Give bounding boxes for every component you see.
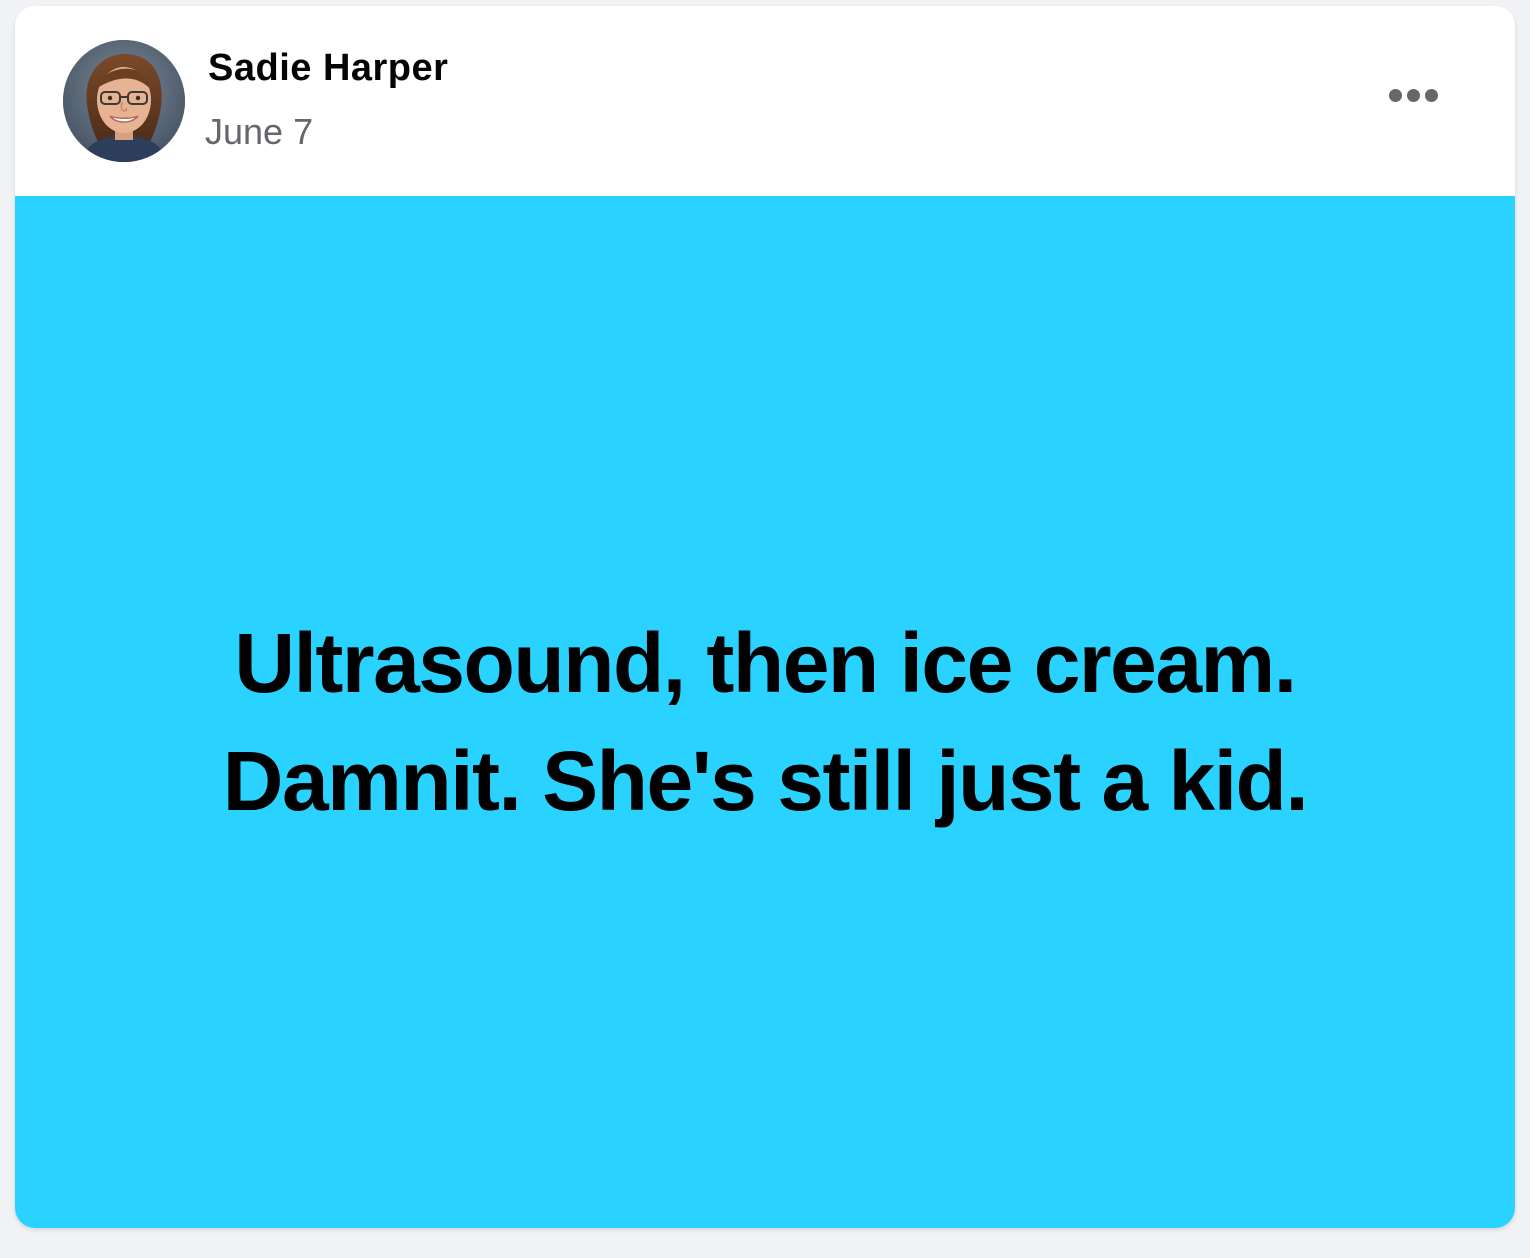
avatar-photo-icon bbox=[63, 40, 185, 162]
status-text: Ultrasound, then ice cream. Damnit. She'… bbox=[115, 604, 1415, 840]
more-options-button[interactable] bbox=[1375, 68, 1451, 122]
more-options-icon bbox=[1388, 88, 1402, 102]
author-avatar[interactable] bbox=[63, 40, 185, 162]
author-name[interactable]: Sadie Harper bbox=[208, 47, 448, 90]
post-header: Sadie Harper June 7 bbox=[15, 6, 1515, 196]
post-timestamp[interactable]: June 7 bbox=[205, 111, 313, 153]
more-options-icon-dot bbox=[1424, 88, 1438, 102]
status-line-2: Damnit. She's still just a kid. bbox=[222, 734, 1309, 828]
post-card: Sadie Harper June 7 Ultrasound, then ice… bbox=[15, 6, 1515, 1228]
status-line-1: Ultrasound, then ice cream. bbox=[234, 616, 1297, 710]
more-options-icon-dot bbox=[1406, 88, 1420, 102]
status-background: Ultrasound, then ice cream. Damnit. She'… bbox=[15, 196, 1515, 1228]
